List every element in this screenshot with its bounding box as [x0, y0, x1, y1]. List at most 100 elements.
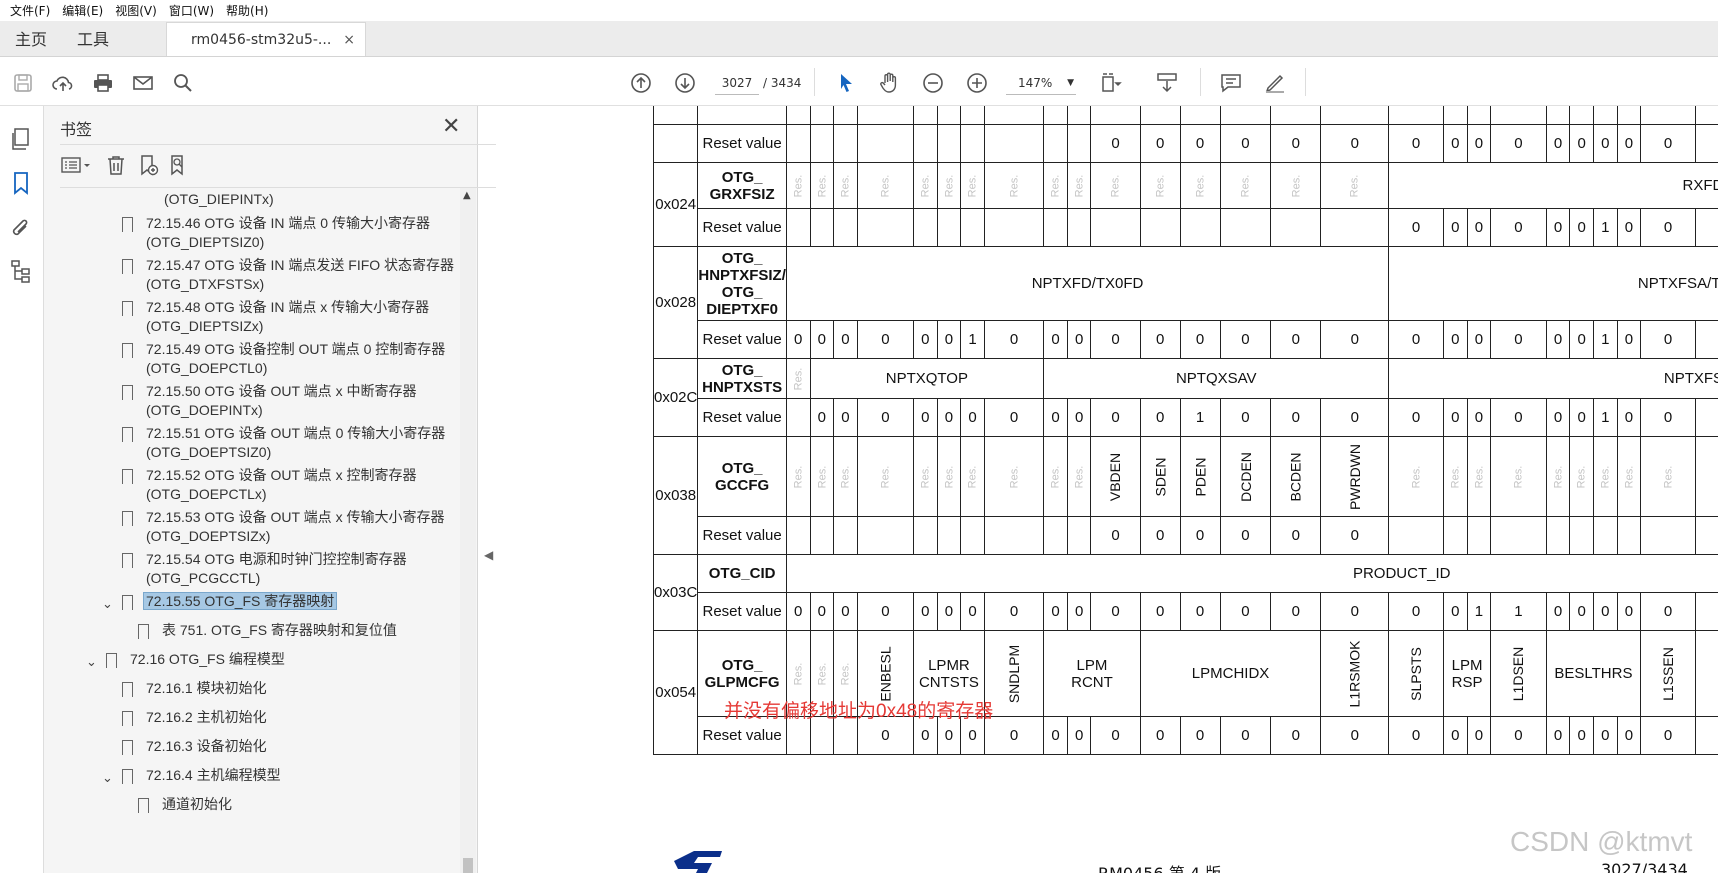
- bookmark-item[interactable]: 72.15.51 OTG 设备 OUT 端点 0 传输大小寄存器 (OTG_DOE…: [122, 424, 445, 462]
- reserved-bit: Res.: [1066, 162, 1092, 209]
- table-cell: [913, 106, 938, 125]
- options-menu-icon[interactable]: [60, 153, 94, 177]
- close-icon[interactable]: ✕: [442, 114, 460, 139]
- field-name: LPM RCNT: [1043, 630, 1141, 717]
- highlight-pen-icon[interactable]: [1262, 70, 1288, 96]
- bit-field: L1DSEN: [1490, 630, 1547, 717]
- bookmark-item[interactable]: 72.15.48 OTG 设备 IN 端点 x 传输大小寄存器 (OTG_DIEP…: [122, 298, 429, 336]
- bookmark-label: 72.16.2 主机初始化: [146, 709, 267, 725]
- table-cell: [1219, 106, 1272, 125]
- bookmark-item[interactable]: 表 751. OTG_FS 寄存器映射和复位值: [138, 621, 397, 643]
- bookmark-item[interactable]: 通道初始化: [138, 795, 232, 817]
- table-cell: [1490, 516, 1547, 555]
- upload-cloud-icon[interactable]: [50, 70, 76, 96]
- bookmark-item[interactable]: 72.15.47 OTG 设备 IN 端点发送 FIFO 状态寄存器 (OTG_D…: [122, 256, 454, 294]
- bookmark-label: 72.15.47 OTG 设备 IN 端点发送 FIFO 状态寄存器: [146, 257, 455, 273]
- new-bookmark-icon[interactable]: [136, 153, 160, 177]
- menu-item-0[interactable]: 文件(F): [4, 2, 56, 19]
- zoom-in-icon[interactable]: [964, 70, 990, 96]
- chevron-down-icon[interactable]: ⌄: [86, 652, 97, 671]
- reserved-bit: Res.: [856, 436, 915, 517]
- reserved-bit: Res.: [1090, 162, 1141, 209]
- bookmark-item[interactable]: 72.15.53 OTG 设备 OUT 端点 x 传输大小寄存器 (OTG_DOE…: [122, 508, 444, 546]
- reset-bit: 0: [1545, 124, 1571, 163]
- hand-tool-icon[interactable]: [876, 70, 902, 96]
- tab-home[interactable]: 主页: [0, 20, 62, 56]
- document-tab[interactable]: rm0456-stm32u5-... ×: [166, 22, 367, 56]
- bookmark-item[interactable]: 72.15.50 OTG 设备 OUT 端点 x 中断寄存器 (OTG_DOEPI…: [122, 382, 416, 420]
- bookmark-icon: [122, 511, 133, 530]
- page-down-icon[interactable]: [672, 70, 698, 96]
- reserved-bit: Res.: [960, 162, 985, 209]
- reset-bit: 0: [1139, 124, 1181, 163]
- scroll-thumb[interactable]: [463, 858, 473, 873]
- reserved-bit: Res.: [1388, 436, 1444, 517]
- bookmark-item[interactable]: ⌄ 72.15.55 OTG_FS 寄存器映射: [102, 592, 338, 614]
- bookmark-item[interactable]: 72.16.3 设备初始化: [122, 737, 267, 759]
- chevron-down-icon[interactable]: ⌄: [102, 594, 113, 613]
- reset-bit: 0: [1090, 398, 1141, 437]
- reset-bit: 0: [1179, 124, 1221, 163]
- bookmark-item[interactable]: 72.16.1 模块初始化: [122, 679, 267, 701]
- reset-bit: 0: [833, 398, 858, 437]
- scroll-mode-icon[interactable]: [1154, 70, 1180, 96]
- chevron-down-icon[interactable]: ⌄: [102, 768, 113, 787]
- reset-bit: 0: [1640, 592, 1696, 631]
- pages-icon[interactable]: [8, 126, 34, 152]
- collapse-panel-icon[interactable]: ◀: [484, 548, 493, 562]
- zoom-select[interactable]: 147% ▼: [1006, 71, 1076, 95]
- bit-field: PWRDWN: [1320, 436, 1390, 517]
- reset-bit: 0: [1066, 320, 1092, 359]
- tab-tools[interactable]: 工具: [62, 20, 124, 56]
- bookmark-item[interactable]: ⌄ 72.16 OTG_FS 编程模型: [86, 650, 285, 672]
- close-tab-icon[interactable]: ×: [343, 32, 355, 48]
- reset-bit: 0: [1320, 398, 1390, 437]
- bookmark-item[interactable]: 72.15.46 OTG 设备 IN 端点 0 传输大小寄存器 (OTG_DIEP…: [122, 214, 430, 252]
- reset-bit: 0: [1592, 592, 1618, 631]
- table-cell: [1179, 106, 1221, 125]
- attachment-icon[interactable]: [8, 216, 34, 242]
- menu-item-3[interactable]: 窗口(W): [163, 2, 220, 19]
- reset-bit: 0: [1043, 592, 1068, 631]
- reserved-bit: Res.: [1592, 436, 1618, 517]
- page-up-icon[interactable]: [628, 70, 654, 96]
- field-name: NPTXFSAV: [1388, 358, 1718, 399]
- zoom-out-icon[interactable]: [920, 70, 946, 96]
- find-bookmark-icon[interactable]: [166, 153, 190, 177]
- reset-bit: 0: [983, 592, 1045, 631]
- bookmark-item[interactable]: 72.15.49 OTG 设备控制 OUT 端点 0 控制寄存器 (OTG_DOE…: [122, 340, 445, 378]
- bookmark-item[interactable]: 72.16.2 主机初始化: [122, 708, 267, 730]
- comment-icon[interactable]: [1218, 70, 1244, 96]
- bookmark-item[interactable]: 72.15.52 OTG 设备 OUT 端点 x 控制寄存器 (OTG_DOEPC…: [122, 466, 416, 504]
- menu-item-2[interactable]: 视图(V): [109, 2, 163, 19]
- menu-item-4[interactable]: 帮助(H): [220, 2, 274, 19]
- structure-tree-icon[interactable]: [8, 258, 34, 284]
- bookmark-sublabel: (OTG_DOEPTSIZx): [146, 528, 271, 544]
- reserved-bit: Res.: [1043, 436, 1068, 517]
- bookmark-item[interactable]: 72.15.54 OTG 电源和时钟门控控制寄存器 (OTG_PCGCCTL): [122, 550, 407, 588]
- reset-label: Reset value: [697, 320, 787, 359]
- bookmark-label: 72.16 OTG_FS 编程模型: [130, 651, 285, 667]
- menu-item-1[interactable]: 编辑(E): [56, 2, 109, 19]
- bookmark-icon[interactable]: [8, 170, 34, 196]
- reset-bit: 1: [1592, 208, 1618, 247]
- table-cell: [960, 516, 985, 555]
- document-view: Reset value00000000000000000000000x024OT…: [496, 106, 1718, 873]
- print-icon[interactable]: [90, 70, 116, 96]
- reset-bit: 0: [1569, 320, 1594, 359]
- bookmark-item[interactable]: ⌄ 72.16.4 主机编程模型: [102, 766, 281, 788]
- bookmark-sublabel: (OTG_DOEPCTLx): [146, 486, 267, 502]
- chevron-up-icon[interactable]: ▲: [463, 190, 471, 201]
- fit-page-icon[interactable]: [1098, 70, 1124, 96]
- page-number-input[interactable]: 3027: [715, 71, 759, 95]
- mail-icon[interactable]: [130, 70, 156, 96]
- delete-icon[interactable]: [104, 153, 128, 177]
- table-cell: [809, 106, 835, 125]
- reset-bit: 0: [1616, 208, 1642, 247]
- select-cursor-icon[interactable]: [833, 70, 859, 96]
- save-icon[interactable]: [10, 70, 36, 96]
- bookmark-item[interactable]: (OTG_DIEPINTx): [164, 190, 274, 209]
- search-icon[interactable]: [170, 70, 196, 96]
- scrollbar[interactable]: ▲: [460, 188, 476, 873]
- table-cell: [856, 124, 915, 163]
